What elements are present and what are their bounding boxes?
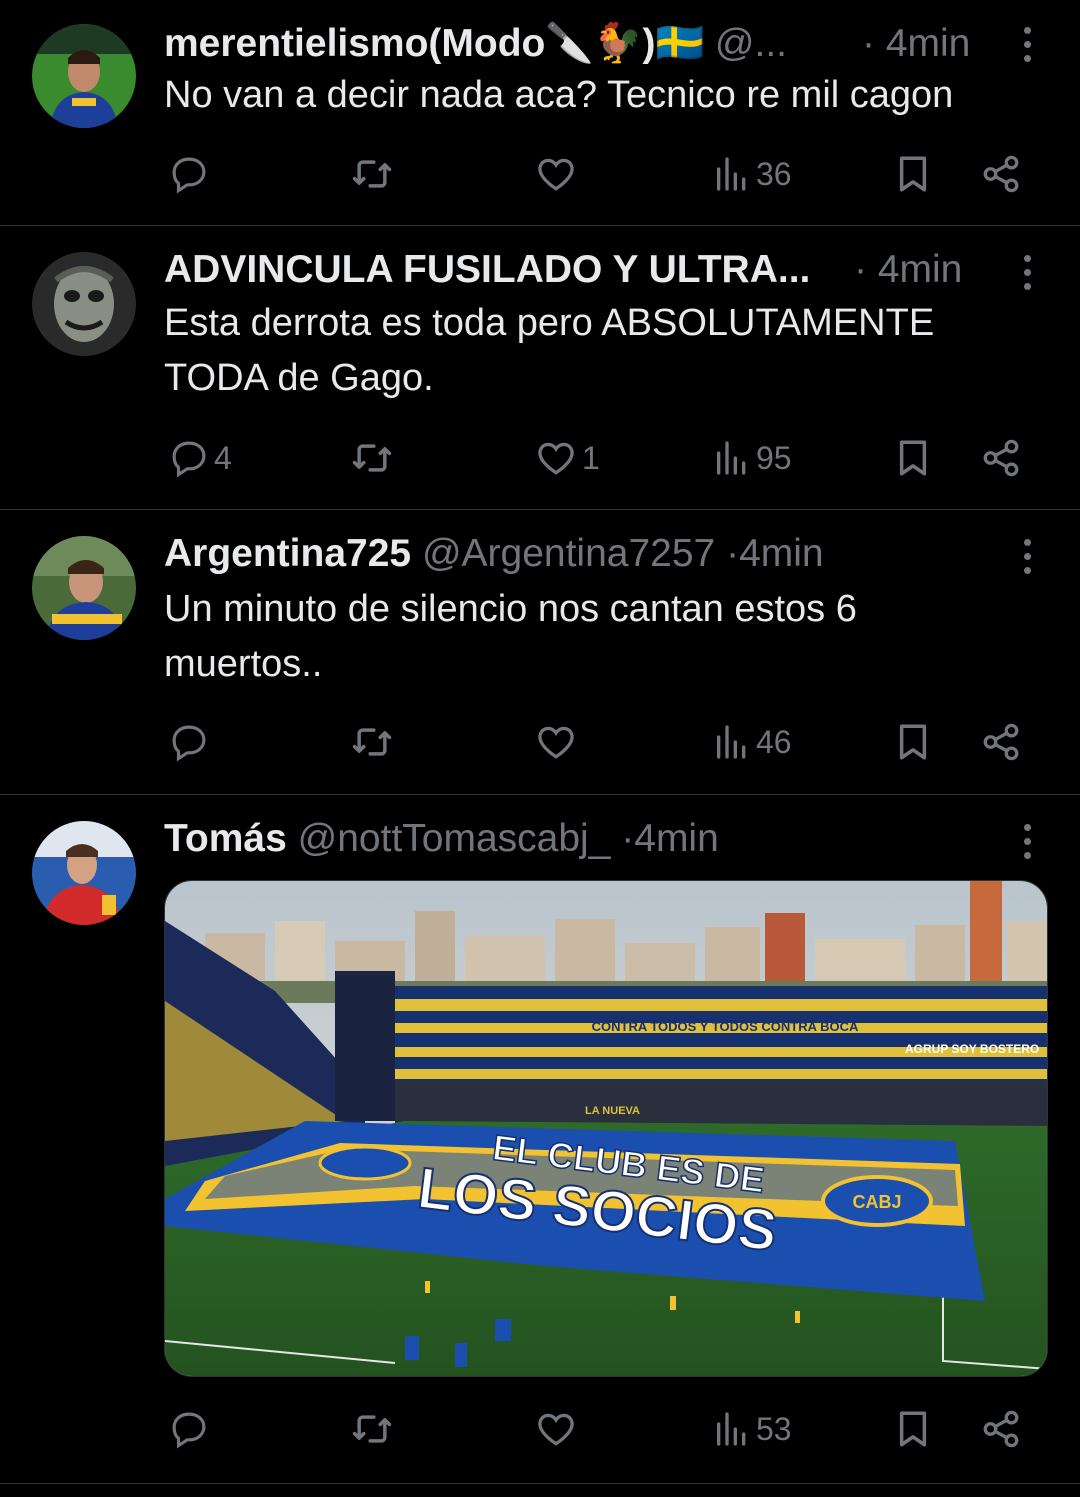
share-button[interactable] [980, 712, 1022, 772]
action-bar: 4 1 95 [164, 428, 1040, 488]
bookmark-icon [899, 156, 927, 192]
more-options-icon[interactable] [1012, 18, 1042, 70]
share-icon [983, 1410, 1019, 1448]
reply-button[interactable] [168, 144, 214, 204]
view-count: 53 [756, 1410, 792, 1447]
share-icon [983, 155, 1019, 193]
display-name[interactable]: ADVINCULA FUSILADO Y ULTRA... [164, 248, 810, 291]
tweet-header: Tomás @nottTomascabj_ ·4min [164, 817, 719, 860]
retweet-button[interactable] [350, 144, 394, 204]
views-icon [717, 157, 746, 191]
views-icon [717, 1412, 746, 1446]
more-options-icon[interactable] [1012, 530, 1042, 582]
like-button[interactable] [534, 712, 582, 772]
avatar[interactable] [32, 24, 136, 128]
bookmark-icon [899, 724, 927, 760]
stadium-photo: CONTRA TODOS Y TODOS CONTRA BOCA AGRUP S… [165, 881, 1047, 1376]
share-icon [983, 723, 1019, 761]
views-button[interactable]: 36 [712, 144, 792, 204]
action-bar: 36 [164, 144, 1040, 204]
timestamp[interactable]: 4min [634, 817, 719, 860]
reply-count: 4 [214, 439, 232, 476]
handle[interactable]: @... [715, 22, 787, 65]
views-icon [717, 441, 746, 475]
heart-icon [538, 158, 574, 191]
share-button[interactable] [980, 144, 1022, 204]
views-button[interactable]: 53 [712, 1399, 792, 1459]
handle[interactable]: @Argentina7257 [422, 532, 715, 575]
more-options-icon[interactable] [1012, 246, 1042, 298]
reply-icon [172, 725, 206, 762]
retweet-icon [352, 1415, 392, 1443]
retweet-icon [352, 728, 392, 756]
retweet-icon [352, 160, 392, 188]
retweet-icon [352, 444, 392, 472]
like-button[interactable]: 1 [534, 428, 600, 488]
tweet[interactable]: ADVINCULA FUSILADO Y ULTRA... · 4min Est… [0, 226, 1080, 510]
view-count: 46 [756, 723, 792, 760]
stand-banner-text: AGRUP SOY BOSTERO [905, 1042, 1039, 1056]
avatar[interactable] [32, 536, 136, 640]
stand-banner-text: CONTRA TODOS Y TODOS CONTRA BOCA [592, 1019, 859, 1034]
display-name[interactable]: merentielismo(Modo🔪🐓)🇸🇪 [164, 22, 704, 65]
tweet[interactable]: Tomás @nottTomascabj_ ·4min CONTRA TODOS… [0, 795, 1080, 1484]
display-name[interactable]: Argentina725 [164, 532, 411, 575]
tweet[interactable]: Argentina725 @Argentina7257 ·4min Un min… [0, 510, 1080, 795]
avatar[interactable] [32, 821, 136, 925]
action-bar: 53 [164, 1399, 1040, 1459]
stand-banner-text: LA NUEVA [585, 1105, 640, 1117]
tweet[interactable]: merentielismo(Modo🔪🐓)🇸🇪 @... · 4min No v… [0, 0, 1080, 226]
reply-icon [172, 441, 206, 478]
share-icon [983, 439, 1019, 477]
reply-icon [172, 157, 206, 194]
handle[interactable]: @nottTomascabj_ [298, 817, 611, 860]
reply-button[interactable] [168, 1399, 214, 1459]
like-button[interactable] [534, 144, 582, 204]
tweet-header: merentielismo(Modo🔪🐓)🇸🇪 @... [164, 18, 984, 70]
timestamp[interactable]: · 4min [854, 244, 962, 296]
more-options-icon[interactable] [1012, 815, 1042, 867]
tweet-text: Esta derrota es toda pero ABSOLUTAMENTE … [164, 302, 935, 399]
avatar[interactable] [32, 252, 136, 356]
retweet-button[interactable] [350, 428, 394, 488]
tweet-header: Argentina725 @Argentina7257 ·4min [164, 532, 824, 575]
reply-icon [172, 1412, 206, 1449]
like-button[interactable] [534, 1399, 582, 1459]
heart-icon [538, 726, 574, 759]
tweet-media-image[interactable]: CONTRA TODOS Y TODOS CONTRA BOCA AGRUP S… [164, 880, 1048, 1377]
reply-button[interactable]: 4 [168, 428, 232, 488]
view-count: 95 [756, 439, 792, 476]
action-bar: 46 [164, 712, 1040, 772]
tweet-header: ADVINCULA FUSILADO Y ULTRA... [164, 244, 880, 296]
bookmark-button[interactable] [892, 428, 934, 488]
bookmark-icon [899, 1411, 927, 1447]
club-crest-text: CABJ [852, 1192, 901, 1212]
timestamp[interactable]: · 4min [862, 18, 970, 70]
tweet-text: No van a decir nada aca? Tecnico re mil … [164, 74, 954, 116]
timestamp[interactable]: 4min [739, 532, 824, 575]
display-name[interactable]: Tomás [164, 817, 287, 860]
share-button[interactable] [980, 1399, 1022, 1459]
bookmark-icon [899, 440, 927, 476]
heart-icon [538, 442, 574, 475]
views-icon [717, 725, 746, 759]
view-count: 36 [756, 155, 792, 192]
bookmark-button[interactable] [892, 712, 934, 772]
reply-button[interactable] [168, 712, 214, 772]
retweet-button[interactable] [350, 712, 394, 772]
retweet-button[interactable] [350, 1399, 394, 1459]
views-button[interactable]: 46 [712, 712, 792, 772]
bookmark-button[interactable] [892, 1399, 934, 1459]
views-button[interactable]: 95 [712, 428, 792, 488]
tweet-text: Un minuto de silencio nos cantan estos 6… [164, 588, 857, 685]
bookmark-button[interactable] [892, 144, 934, 204]
like-count: 1 [582, 439, 600, 476]
heart-icon [538, 1413, 574, 1446]
share-button[interactable] [980, 428, 1022, 488]
